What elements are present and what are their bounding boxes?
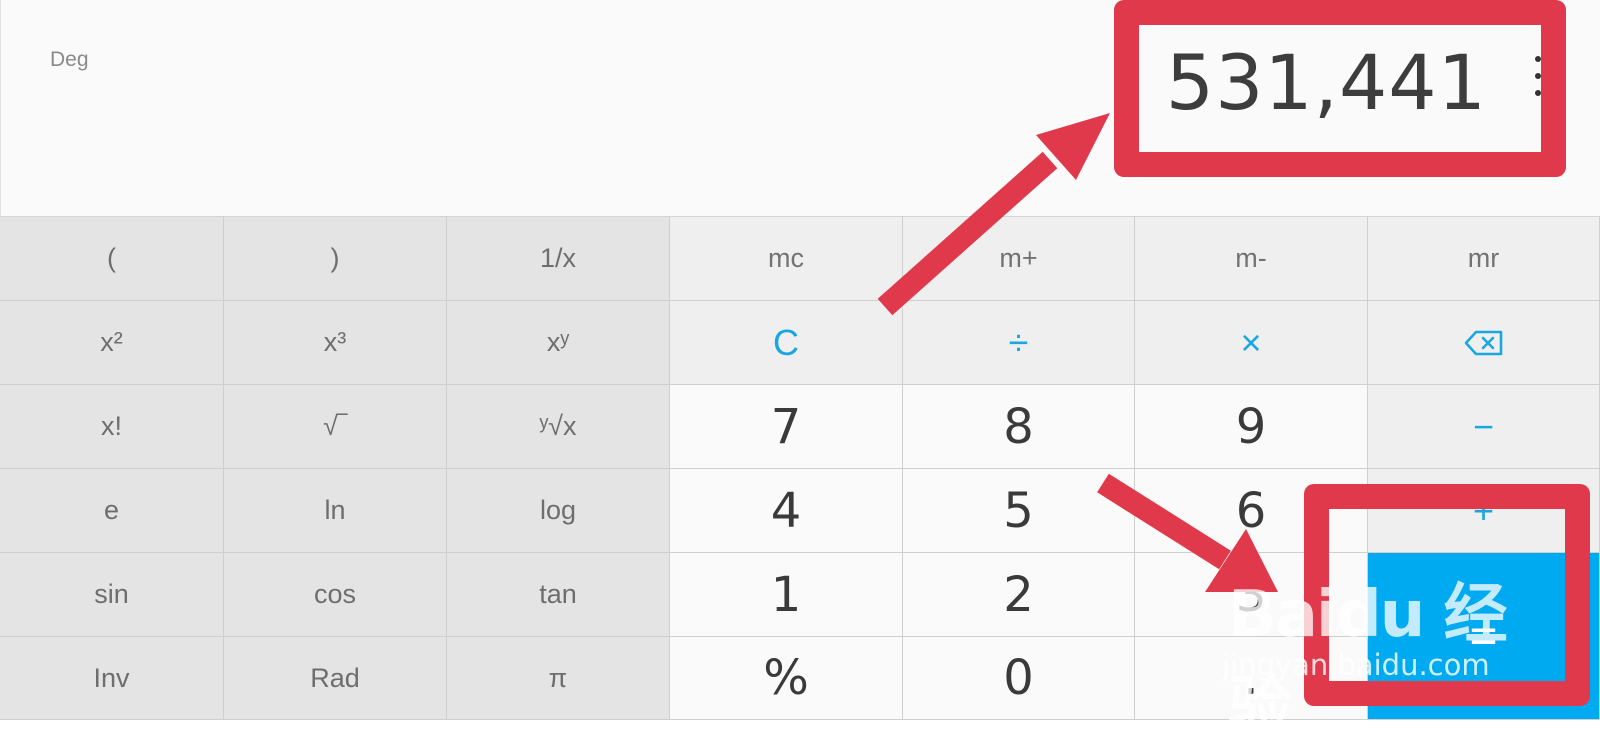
clear-button[interactable]: C: [670, 301, 903, 385]
digit-9-button[interactable]: 9: [1135, 385, 1368, 469]
power-button[interactable]: xʸ: [447, 301, 670, 385]
memory-add-button[interactable]: m+: [903, 217, 1135, 301]
digit-2-button[interactable]: 2: [903, 553, 1135, 637]
divide-button[interactable]: ÷: [903, 301, 1135, 385]
digit-5-button[interactable]: 5: [903, 469, 1135, 553]
inverse-button[interactable]: Inv: [0, 637, 224, 720]
memory-subtract-button[interactable]: m-: [1135, 217, 1368, 301]
digit-8-button[interactable]: 8: [903, 385, 1135, 469]
natural-log-button[interactable]: ln: [224, 469, 447, 553]
digit-4-button[interactable]: 4: [670, 469, 903, 553]
factorial-button[interactable]: x!: [0, 385, 224, 469]
angle-mode-label[interactable]: Deg: [50, 48, 89, 72]
sin-button[interactable]: sin: [0, 553, 224, 637]
multiply-button[interactable]: ×: [1135, 301, 1368, 385]
pi-button[interactable]: π: [447, 637, 670, 720]
subtract-button[interactable]: −: [1368, 385, 1600, 469]
close-paren-button[interactable]: ): [224, 217, 447, 301]
square-root-button[interactable]: √‾: [224, 385, 447, 469]
digit-1-button[interactable]: 1: [670, 553, 903, 637]
square-button[interactable]: x²: [0, 301, 224, 385]
open-paren-button[interactable]: (: [0, 217, 224, 301]
euler-button[interactable]: e: [0, 469, 224, 553]
memory-clear-button[interactable]: mc: [670, 217, 903, 301]
radian-mode-button[interactable]: Rad: [224, 637, 447, 720]
nth-root-button[interactable]: ʸ√x: [447, 385, 670, 469]
digit-0-button[interactable]: 0: [903, 637, 1135, 720]
cube-button[interactable]: x³: [224, 301, 447, 385]
backspace-button[interactable]: [1368, 301, 1600, 385]
log-button[interactable]: log: [447, 469, 670, 553]
tan-button[interactable]: tan: [447, 553, 670, 637]
percent-button[interactable]: %: [670, 637, 903, 720]
cos-button[interactable]: cos: [224, 553, 447, 637]
digit-7-button[interactable]: 7: [670, 385, 903, 469]
annotation-highlight-equals: [1304, 484, 1590, 706]
reciprocal-button[interactable]: 1/x: [447, 217, 670, 301]
memory-recall-button[interactable]: mr: [1368, 217, 1600, 301]
backspace-icon: [1464, 330, 1502, 355]
annotation-highlight-result: [1114, 0, 1566, 177]
